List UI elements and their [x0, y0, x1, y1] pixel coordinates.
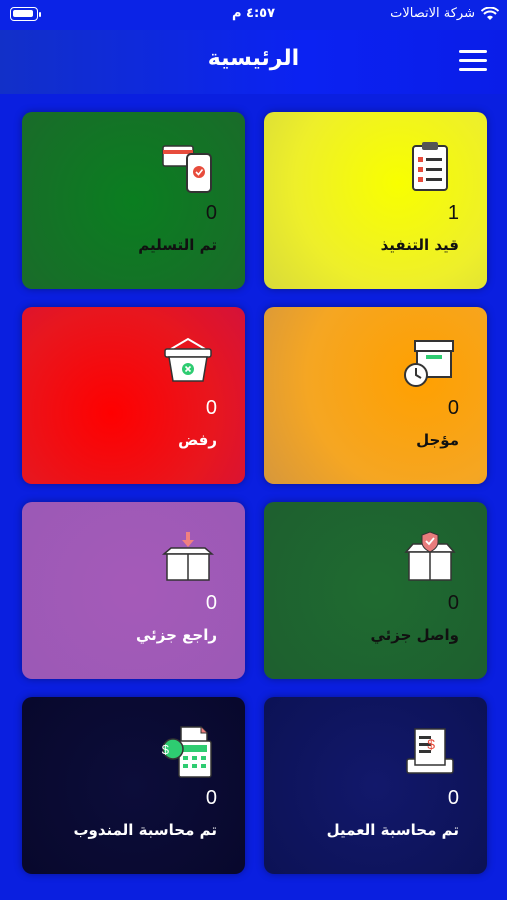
menu-button[interactable]: [459, 50, 487, 72]
status-carrier: شركة الاتصالات: [390, 6, 499, 21]
card-rejected[interactable]: 0 رفض: [22, 307, 245, 484]
card-postponed[interactable]: 0 مؤجل: [264, 307, 487, 484]
hamburger-line: [459, 59, 487, 62]
card-courier-settled[interactable]: $ 0 تم محاسبة المندوب: [22, 697, 245, 874]
card-label: تم محاسبة المندوب: [73, 821, 217, 839]
card-count: 0: [205, 592, 217, 614]
carrier-name: شركة الاتصالات: [390, 6, 475, 21]
wifi-icon: [481, 6, 499, 20]
svg-text:$: $: [427, 736, 435, 752]
hamburger-line: [459, 68, 487, 71]
svg-text:$: $: [162, 742, 170, 757]
card-label: راجع جزئي: [135, 626, 217, 644]
basket-reject-icon: [164, 337, 212, 382]
card-count: 1: [447, 202, 459, 224]
card-partially-arrived[interactable]: 0 واصل جزئي: [264, 502, 487, 679]
card-label: قيد التنفيذ: [380, 236, 459, 254]
card-count: 0: [447, 397, 459, 419]
card-label: واصل جزئي: [370, 626, 459, 644]
card-count: 0: [205, 397, 217, 419]
card-count: 0: [447, 787, 459, 809]
box-clock-icon: [404, 340, 454, 387]
status-bar: ٤:٥٧ م شركة الاتصالات: [0, 0, 507, 30]
calculator-icon: $: [162, 726, 212, 778]
clipboard-icon: [412, 142, 448, 191]
card-partially-returned[interactable]: 0 راجع جزئي: [22, 502, 245, 679]
hamburger-menu-icon: [459, 50, 487, 53]
phone-payment-icon: [162, 145, 212, 193]
card-in-progress[interactable]: 1 قيد التنفيذ: [264, 112, 487, 289]
card-label: مؤجل: [416, 431, 459, 449]
card-customer-settled[interactable]: $ 0 تم محاسبة العميل: [264, 697, 487, 874]
card-label: رفض: [178, 431, 217, 449]
box-return-icon: [161, 532, 215, 581]
card-count: 0: [205, 202, 217, 224]
card-label: تم محاسبة العميل: [326, 821, 459, 839]
dashboard-grid: 1 قيد التنفيذ 0 تم التسليم 0 مؤجل 0 رفض …: [0, 94, 507, 900]
page-title: الرئيسية: [207, 46, 300, 71]
card-count: 0: [447, 592, 459, 614]
box-shield-icon: [404, 531, 456, 581]
nav-bar: الرئيسية: [0, 30, 507, 94]
card-label: تم التسليم: [138, 236, 217, 254]
card-count: 0: [205, 787, 217, 809]
receipt-icon: $: [406, 728, 454, 774]
card-delivered[interactable]: 0 تم التسليم: [22, 112, 245, 289]
